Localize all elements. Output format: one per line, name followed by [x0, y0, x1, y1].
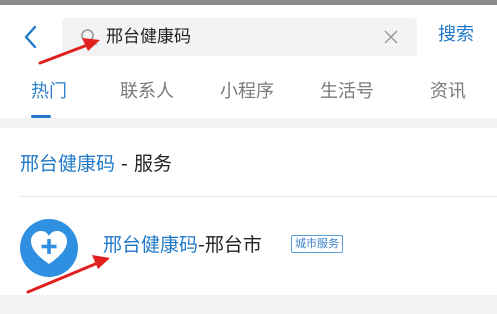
section-highlight: 邢台健康码 [20, 153, 116, 175]
search-button[interactable]: 搜索 [438, 23, 474, 47]
section-header: 邢台健康码 - 服务 [20, 152, 172, 176]
result-title-suffix: -邢台市 [198, 234, 262, 256]
result-title-highlight: 邢台健康码 [103, 234, 199, 256]
search-input[interactable]: 邢台健康码 [62, 18, 417, 56]
clear-icon[interactable] [382, 28, 400, 46]
result-item[interactable]: 邢台健康码-邢台市 城市服务 [0, 197, 497, 295]
section-suffix: - 服务 [115, 153, 172, 175]
tab-lifestyle-accounts[interactable]: 生活号 [320, 80, 374, 104]
back-chevron-icon[interactable] [20, 24, 42, 50]
bottom-band [0, 295, 497, 314]
heart-plus-icon [20, 219, 78, 277]
tab-news[interactable]: 资讯 [430, 80, 466, 104]
search-icon [81, 29, 97, 45]
result-title[interactable]: 邢台健康码-邢台市 [103, 233, 262, 257]
search-query[interactable]: 邢台健康码 [106, 25, 191, 49]
tab-bar: 热门 联系人 小程序 生活号 资讯 [0, 63, 497, 118]
tab-mini-programs[interactable]: 小程序 [220, 80, 274, 104]
tab-contacts[interactable]: 联系人 [120, 80, 174, 104]
section-separator [0, 118, 497, 128]
tab-hot[interactable]: 热门 [31, 80, 67, 104]
search-bar: 邢台健康码 搜索 [0, 5, 497, 63]
city-service-badge: 城市服务 [291, 235, 343, 253]
